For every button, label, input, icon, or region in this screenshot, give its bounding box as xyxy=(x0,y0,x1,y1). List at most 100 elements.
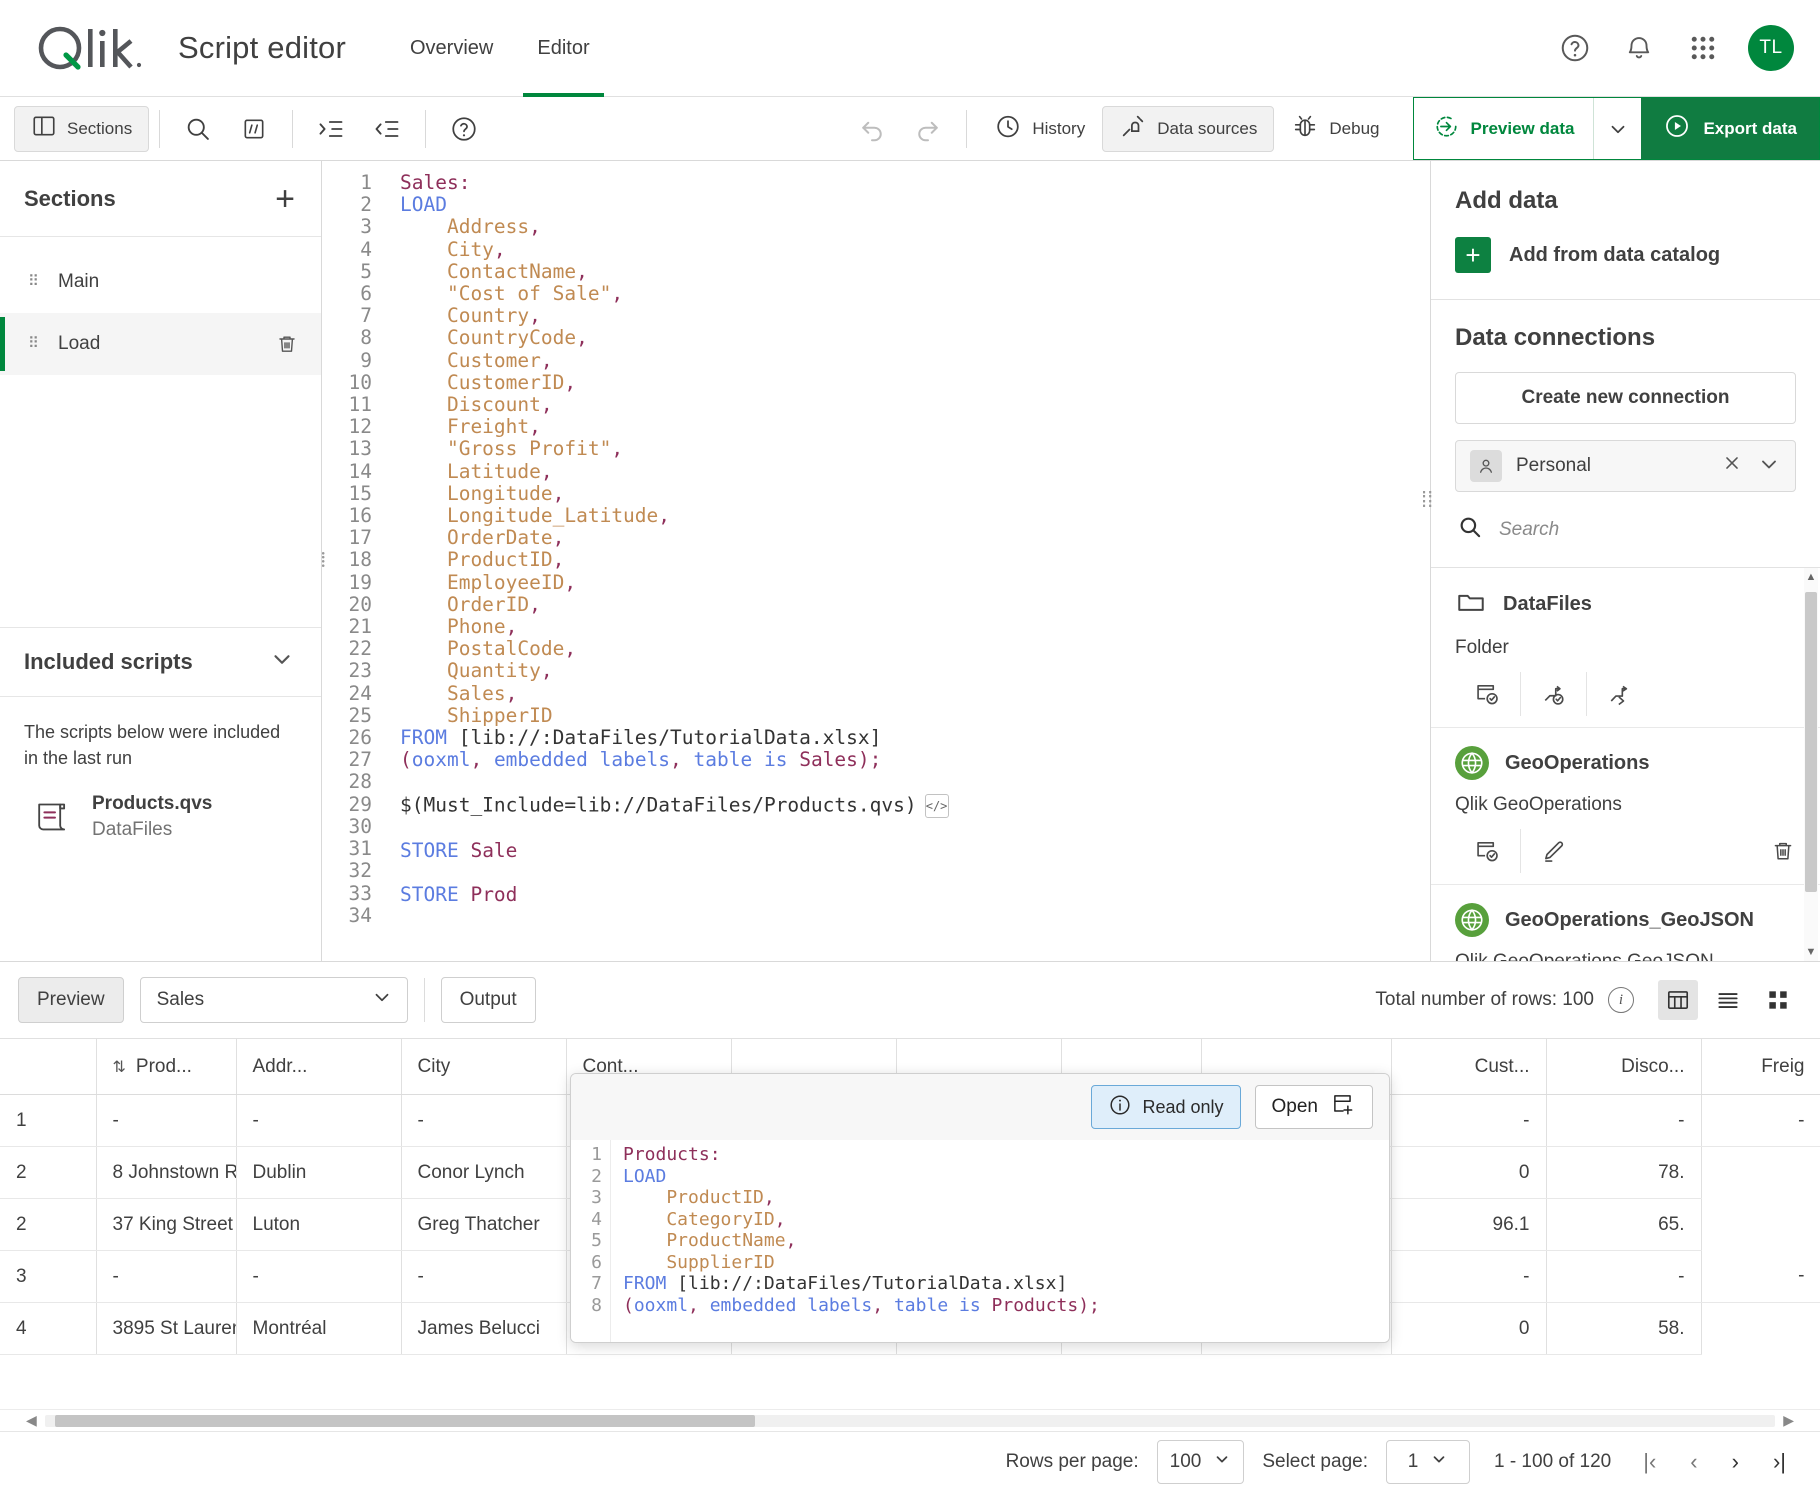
column-header[interactable] xyxy=(0,1038,97,1095)
undo-icon[interactable] xyxy=(849,106,895,152)
column-header[interactable]: ⇅ Prod... xyxy=(96,1038,237,1095)
tab-editor[interactable]: Editor xyxy=(515,0,611,97)
select-data-icon[interactable] xyxy=(1455,829,1521,873)
table-cell[interactable]: 37 King Street xyxy=(96,1198,237,1251)
column-header[interactable]: Cust... xyxy=(1391,1038,1547,1095)
connections-scrollbar[interactable]: ▲ ▼ xyxy=(1804,568,1818,961)
chevron-down-icon[interactable] xyxy=(1593,98,1641,159)
output-tab[interactable]: Output xyxy=(440,977,536,1023)
panel-resize-handle[interactable]: ⁞⁞ xyxy=(1421,489,1433,511)
connection-item-geooperations[interactable]: GeoOperations Qlik GeoOperations xyxy=(1431,728,1820,885)
table-cell[interactable]: 0 xyxy=(1391,1302,1547,1355)
prev-page-icon[interactable]: ‹ xyxy=(1682,1449,1705,1475)
sidebar-item-load[interactable]: ⠿ Load xyxy=(0,313,321,375)
delete-section-icon[interactable] xyxy=(275,332,299,356)
scroll-up-icon[interactable]: ▲ xyxy=(1806,568,1817,586)
table-cell[interactable]: 65. xyxy=(1546,1198,1702,1251)
notifications-icon[interactable] xyxy=(1620,29,1658,67)
code-content[interactable]: Sales: LOAD Address, City, ContactName, "… xyxy=(386,161,1430,961)
export-data-button[interactable]: Export data xyxy=(1641,98,1819,159)
table-cell[interactable]: Montréal xyxy=(236,1302,402,1355)
open-script-button[interactable]: Open xyxy=(1254,1085,1373,1129)
scrollbar-thumb[interactable] xyxy=(54,1414,755,1427)
connection-item-datafiles[interactable]: DataFiles Folder xyxy=(1431,568,1820,728)
debug-button[interactable]: Debug xyxy=(1274,106,1396,152)
indent-decrease-icon[interactable] xyxy=(364,106,410,152)
column-header[interactable]: Disco... xyxy=(1546,1038,1702,1095)
chevron-down-icon[interactable] xyxy=(269,646,295,677)
app-grid-icon[interactable] xyxy=(1684,29,1722,67)
table-view-icon[interactable] xyxy=(1658,980,1698,1020)
preview-data-button[interactable]: Preview data xyxy=(1414,98,1594,159)
tab-overview[interactable]: Overview xyxy=(388,0,515,97)
scrollbar-thumb[interactable] xyxy=(1805,592,1817,892)
sidebar-item-main[interactable]: ⠿ Main xyxy=(0,251,321,313)
included-scripts-header[interactable]: Included scripts xyxy=(0,626,321,697)
insert-script-icon[interactable] xyxy=(1521,672,1587,716)
chevron-down-icon[interactable] xyxy=(371,986,393,1014)
table-cell[interactable]: James Belucci xyxy=(401,1302,567,1355)
table-cell[interactable]: Dublin xyxy=(236,1146,402,1199)
create-new-connection-button[interactable]: Create new connection xyxy=(1455,372,1796,424)
info-circle-icon[interactable]: i xyxy=(1608,987,1634,1013)
table-cell[interactable]: - xyxy=(236,1250,402,1303)
data-sources-button[interactable]: Data sources xyxy=(1102,105,1275,152)
rows-per-page-select[interactable]: 100 xyxy=(1156,1439,1245,1484)
table-cell[interactable]: Greg Thatcher xyxy=(401,1198,567,1251)
drag-handle-icon[interactable]: ⠿ xyxy=(28,274,40,289)
select-data-icon[interactable] xyxy=(1455,672,1521,716)
table-cell[interactable]: - xyxy=(1546,1250,1702,1303)
table-cell[interactable]: - xyxy=(1391,1094,1547,1147)
scrollbar-track[interactable] xyxy=(44,1414,1776,1427)
column-header[interactable]: Freig xyxy=(1701,1038,1820,1095)
indent-increase-icon[interactable] xyxy=(308,106,354,152)
first-page-icon[interactable]: |‹ xyxy=(1635,1449,1664,1475)
column-header[interactable]: City xyxy=(401,1038,567,1095)
help-circle-icon[interactable] xyxy=(441,106,487,152)
last-page-icon[interactable]: ›| xyxy=(1765,1449,1794,1475)
code-editor[interactable]: 1 2 3 4 5 6 7 8 9 10 11 12 13 14 15 16 17 18 19 20 21 22 23 24 2… xyxy=(322,161,1430,961)
table-cell[interactable]: - xyxy=(1391,1250,1547,1303)
search-icon[interactable] xyxy=(175,106,221,152)
chevron-down-icon[interactable] xyxy=(1757,452,1781,481)
comment-toggle-icon[interactable] xyxy=(231,106,277,152)
edit-icon[interactable] xyxy=(1521,829,1587,873)
table-cell[interactable]: 78. xyxy=(1546,1146,1702,1199)
table-horizontal-scrollbar[interactable]: ◀ ▶ xyxy=(0,1409,1820,1431)
table-cell[interactable]: 0 xyxy=(1391,1146,1547,1199)
included-script-item[interactable]: Products.qvs DataFiles xyxy=(0,771,321,841)
close-icon[interactable] xyxy=(1721,452,1743,480)
sort-ascending-icon[interactable]: ⇅ xyxy=(113,1059,126,1076)
sections-toggle-button[interactable]: Sections xyxy=(14,105,150,152)
include-preview-icon[interactable]: </> xyxy=(924,793,949,818)
editor-resize-handle-left[interactable]: ⁞⁞ xyxy=(322,550,326,572)
column-header[interactable]: Addr... xyxy=(236,1038,402,1095)
table-cell[interactable]: Luton xyxy=(236,1198,402,1251)
scroll-left-icon[interactable]: ◀ xyxy=(18,1412,45,1429)
redo-icon[interactable] xyxy=(905,106,951,152)
select-page-select[interactable]: 1 xyxy=(1385,1439,1470,1484)
table-cell[interactable]: 3895 St Lauren... xyxy=(96,1302,237,1355)
table-cell[interactable]: - xyxy=(1546,1094,1702,1147)
table-cell[interactable]: - xyxy=(1701,1250,1820,1303)
drag-handle-icon[interactable]: ⠿ xyxy=(28,336,40,351)
scroll-right-icon[interactable]: ▶ xyxy=(1775,1412,1802,1429)
table-cell[interactable]: Conor Lynch xyxy=(401,1146,567,1199)
add-from-data-catalog-button[interactable]: + Add from data catalog xyxy=(1455,237,1796,273)
table-cell[interactable]: 8 Johnstown R... xyxy=(96,1146,237,1199)
add-section-button[interactable]: + xyxy=(275,182,295,216)
table-cell[interactable]: - xyxy=(401,1250,567,1303)
preview-tab[interactable]: Preview xyxy=(18,977,124,1023)
delete-connection-icon[interactable] xyxy=(1770,838,1796,864)
grid-view-icon[interactable] xyxy=(1758,980,1798,1020)
table-cell[interactable]: - xyxy=(401,1094,567,1147)
table-cell[interactable]: - xyxy=(96,1094,237,1147)
connections-search[interactable]: Search xyxy=(1431,492,1820,567)
scroll-down-icon[interactable]: ▼ xyxy=(1806,943,1817,961)
load-script-icon[interactable] xyxy=(1587,672,1653,716)
table-cell[interactable]: - xyxy=(236,1094,402,1147)
qlik-logo[interactable] xyxy=(36,25,148,71)
connection-item-geooperations-geojson[interactable]: GeoOperations_GeoJSON Qlik GeoOperations… xyxy=(1431,885,1820,961)
history-button[interactable]: History xyxy=(977,106,1102,152)
avatar[interactable]: TL xyxy=(1748,25,1794,71)
